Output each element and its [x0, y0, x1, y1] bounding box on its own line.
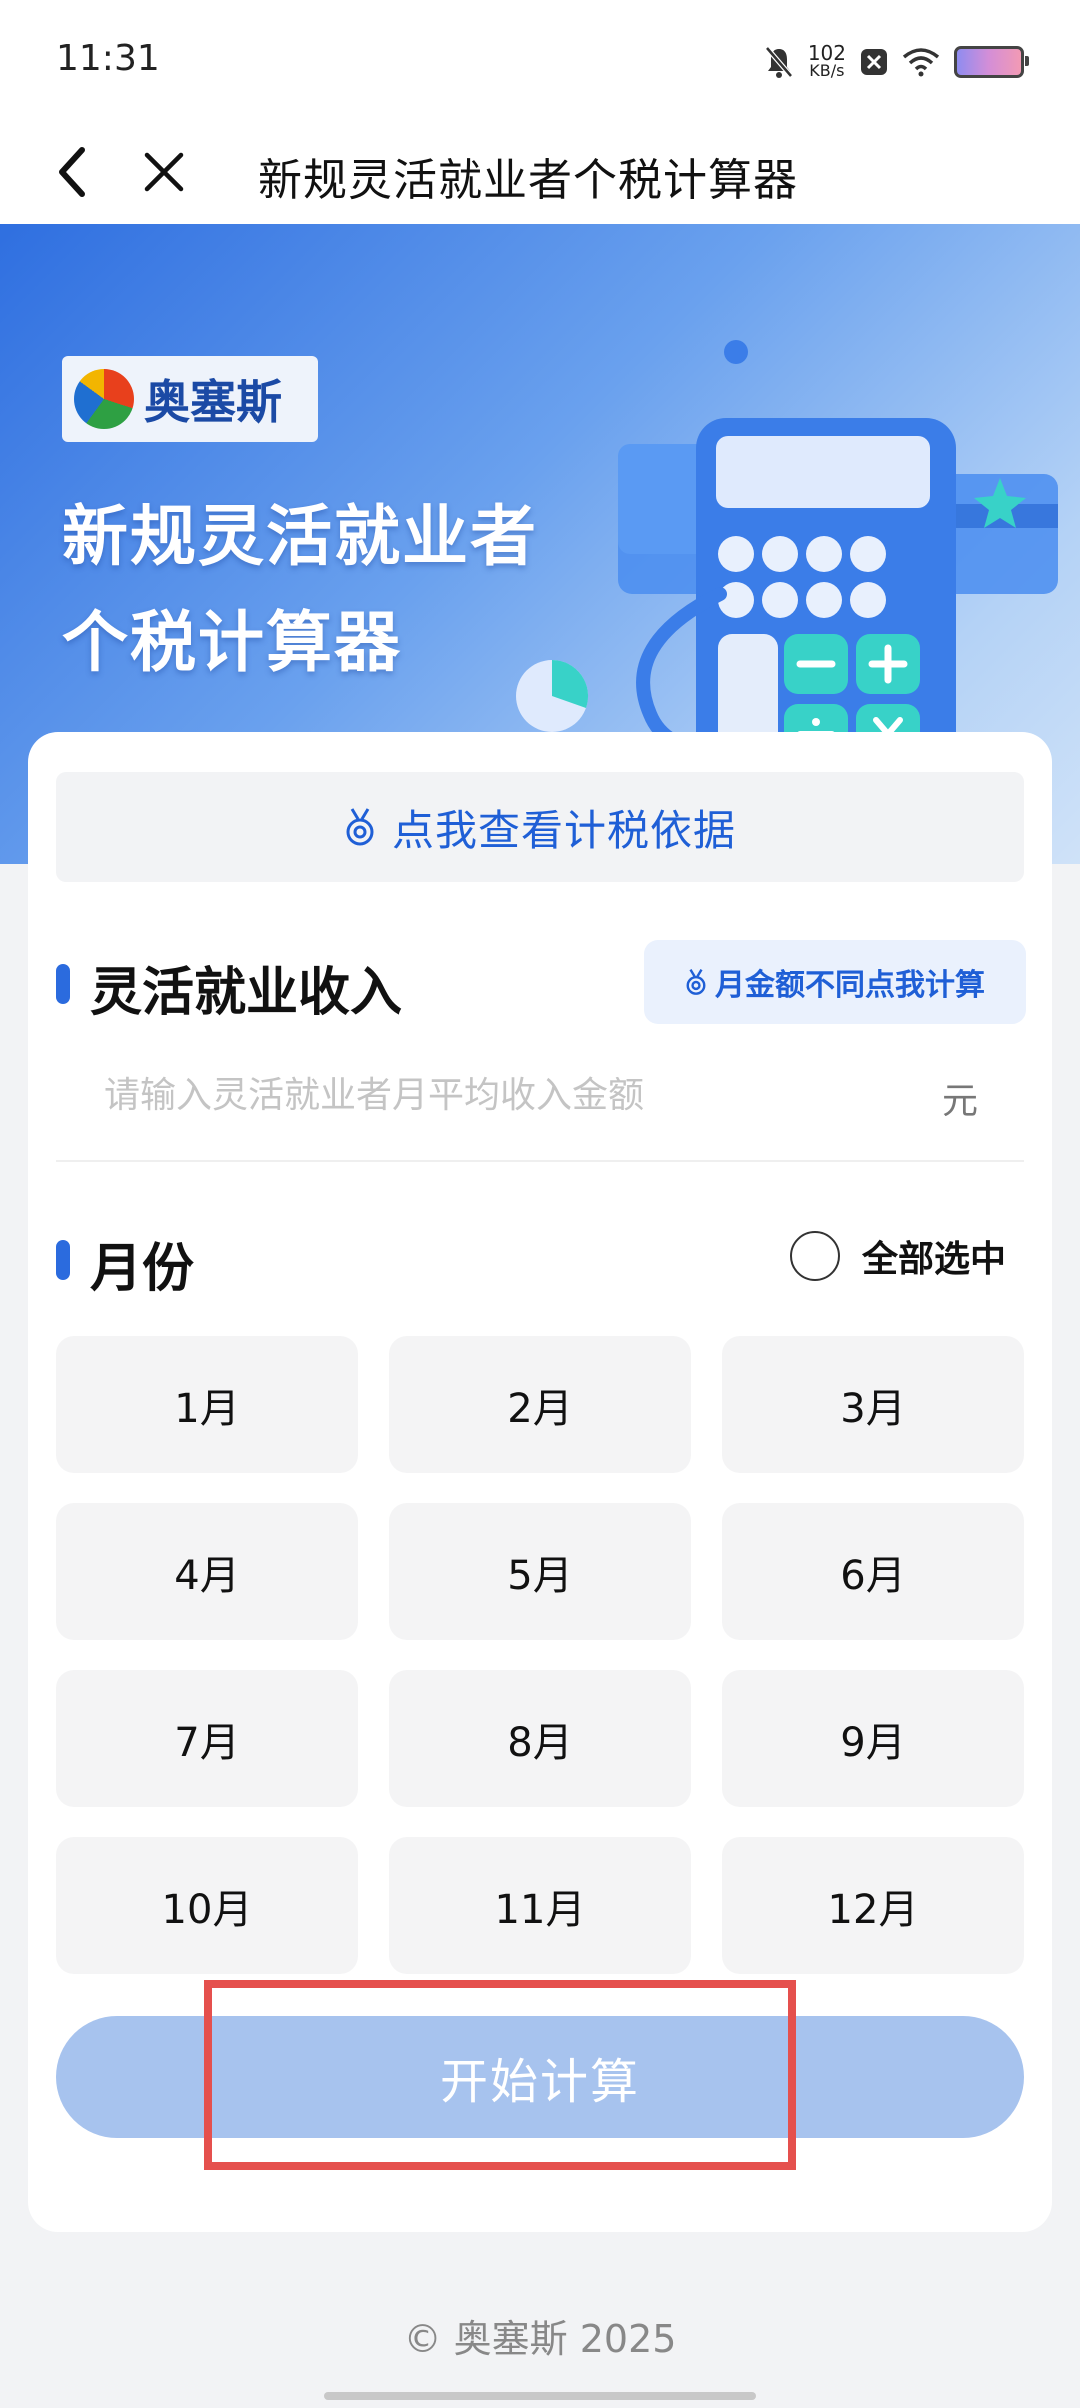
wifi-icon — [902, 48, 940, 77]
divider — [56, 1160, 1024, 1162]
brand-badge: 奥塞斯 — [62, 356, 318, 442]
status-icons: 102 KB/s — [764, 40, 1029, 84]
brand-name: 奥塞斯 — [144, 375, 282, 429]
status-bar: 11:31 102 KB/s — [0, 0, 1080, 120]
battery-icon — [954, 46, 1029, 78]
network-speed-value: 102 — [807, 41, 846, 65]
month-option[interactable]: 2月 — [389, 1336, 691, 1473]
select-all-toggle[interactable]: 全部选中 — [790, 1230, 1006, 1282]
month-section-marker — [56, 1240, 70, 1280]
notification-icon — [861, 49, 887, 75]
page-title: 新规灵活就业者个税计算器 — [258, 155, 798, 206]
monthly-amount-label: 月金额不同点我计算 — [715, 968, 985, 1003]
month-option[interactable]: 8月 — [389, 1670, 691, 1807]
tax-basis-label: 点我查看计税依据 — [391, 805, 736, 855]
network-speed: 102 KB/s — [807, 41, 846, 80]
month-option[interactable]: 7月 — [56, 1670, 358, 1807]
income-input[interactable] — [58, 1050, 998, 1140]
month-option[interactable]: 10月 — [56, 1837, 358, 1974]
brand-logo — [74, 369, 134, 429]
highlight-box — [204, 1980, 796, 2170]
month-option[interactable]: 3月 — [722, 1336, 1024, 1473]
income-section-marker — [56, 964, 70, 1004]
month-option[interactable]: 6月 — [722, 1503, 1024, 1640]
month-option[interactable]: 5月 — [389, 1503, 691, 1640]
home-indicator[interactable] — [324, 2392, 756, 2400]
title-bar: 新规灵活就业者个税计算器 — [0, 120, 1080, 224]
banner-title: 新规灵活就业者 个税计算器 — [62, 484, 538, 696]
select-all-radio[interactable] — [790, 1231, 840, 1281]
mute-icon — [764, 46, 793, 78]
banner-title-line1: 新规灵活就业者 — [62, 498, 538, 575]
month-option[interactable]: 12月 — [722, 1837, 1024, 1974]
month-option[interactable]: 9月 — [722, 1670, 1024, 1807]
tax-basis-button[interactable]: 点我查看计税依据 — [56, 772, 1024, 882]
status-time: 11:31 — [56, 38, 160, 79]
banner-title-line2: 个税计算器 — [62, 604, 402, 681]
back-button[interactable] — [36, 136, 108, 208]
monthly-amount-button[interactable]: 月金额不同点我计算 — [644, 940, 1026, 1024]
chevron-left-icon — [59, 147, 85, 197]
month-option[interactable]: 11月 — [389, 1837, 691, 1974]
income-section-title: 灵活就业收入 — [90, 963, 403, 1023]
network-speed-unit: KB/s — [809, 61, 845, 80]
income-unit: 元 — [942, 1081, 979, 1122]
medal-icon — [686, 969, 706, 995]
select-all-label: 全部选中 — [862, 1239, 1007, 1280]
month-option[interactable]: 1月 — [56, 1336, 358, 1473]
footer-copyright: © 奥塞斯 2025 — [403, 2317, 677, 2361]
month-grid: 1月 2月 3月 4月 5月 6月 7月 8月 9月 10月 11月 12月 — [56, 1336, 1024, 1974]
medal-icon — [346, 808, 374, 846]
close-button[interactable] — [128, 136, 200, 208]
month-option[interactable]: 4月 — [56, 1503, 358, 1640]
close-icon — [144, 152, 184, 192]
month-section-title: 月份 — [90, 1239, 195, 1299]
